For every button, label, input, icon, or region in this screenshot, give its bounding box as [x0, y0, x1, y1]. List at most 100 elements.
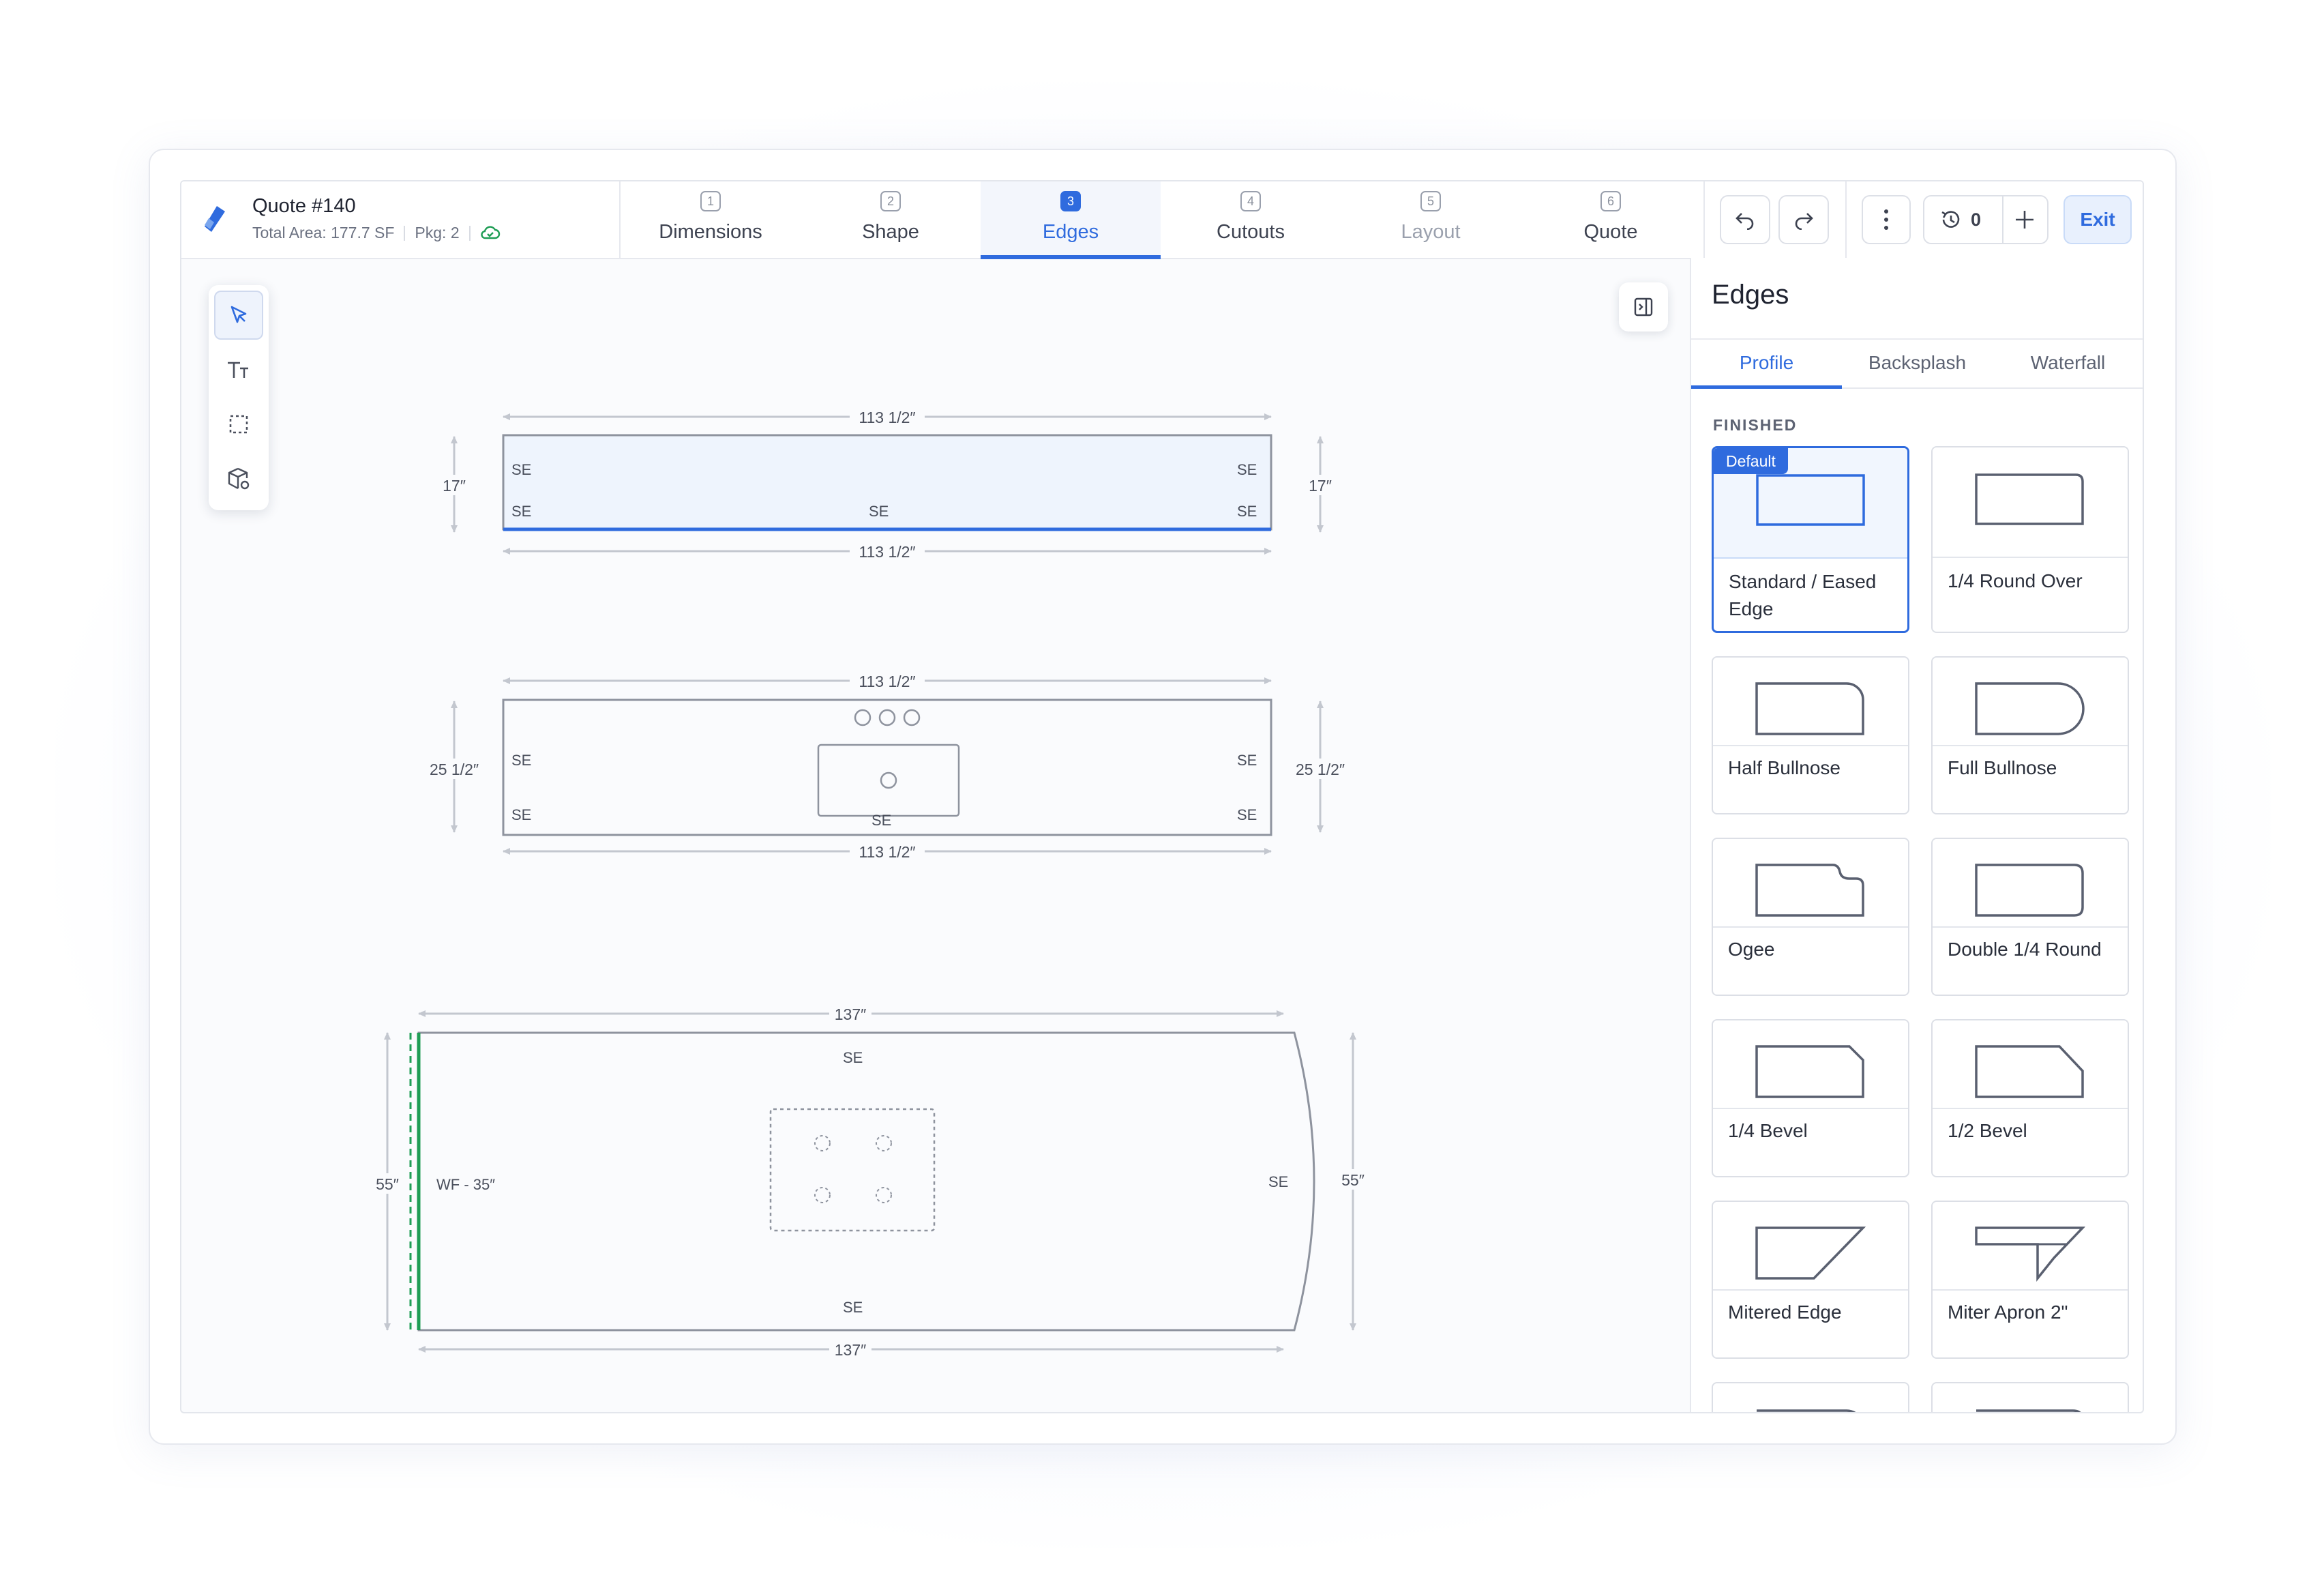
redo-icon [1795, 213, 1813, 230]
marquee-tool[interactable] [214, 400, 263, 449]
undo-icon [1735, 213, 1754, 230]
edge-label[interactable]: SE [1268, 1173, 1288, 1190]
profile-name: Ogee [1728, 939, 1775, 960]
profile-card-more[interactable] [1931, 1382, 2129, 1412]
mitered-edge-icon [1755, 1226, 1866, 1280]
undo-button[interactable] [1720, 195, 1770, 244]
dim-label: 113 1/2″ [859, 409, 915, 426]
profile-preview [1713, 839, 1908, 928]
history-icon[interactable] [1938, 207, 1963, 232]
tab-waterfall[interactable]: Waterfall [1993, 340, 2143, 387]
edge-label[interactable]: SE [511, 806, 531, 823]
box-settings-icon [228, 467, 250, 490]
edge-label[interactable]: SE [1237, 752, 1257, 769]
step-label: Layout [1401, 221, 1461, 243]
panel-collapse-icon [1634, 297, 1653, 317]
material-tool[interactable] [214, 454, 263, 503]
profile-preview [1933, 1383, 2128, 1412]
profile-card-half-bevel[interactable]: 1/2 Bevel [1931, 1019, 2129, 1177]
dim-label: 55″ [376, 1175, 399, 1193]
edge-profile-icon [1976, 1409, 2081, 1412]
drawing-canvas[interactable]: 113 1/2″ 113 1/2″ 17″ 17″ 113 1/2″ 113 1… [181, 258, 1690, 1412]
profile-card-full-bullnose[interactable]: Full Bullnose [1931, 656, 2129, 814]
step-label: Shape [862, 221, 919, 243]
edge-label[interactable]: SE [511, 503, 531, 520]
quote-meta: Total Area: 177.7 SF Pkg: 2 [252, 224, 501, 242]
step-label: Dimensions [659, 221, 762, 243]
dim-label: 137″ [835, 1341, 867, 1359]
step-edges[interactable]: 3 Edges [981, 181, 1161, 259]
text-tool[interactable] [214, 345, 263, 394]
dim-label: 25 1/2″ [430, 761, 479, 778]
quarter-bevel-icon [1755, 1045, 1864, 1098]
tab-backsplash[interactable]: Backsplash [1842, 340, 1993, 387]
tool-palette [209, 285, 269, 510]
step-quote[interactable]: 6 Quote [1521, 181, 1701, 258]
step-cutouts[interactable]: 4 Cutouts [1161, 181, 1341, 258]
exit-button[interactable]: Exit [2064, 195, 2132, 244]
panel-title: Edges [1712, 280, 1789, 310]
history-group: 0 [1923, 195, 2049, 244]
group-divider [2002, 196, 2003, 243]
profile-card-half-bullnose[interactable]: Half Bullnose [1712, 656, 1909, 814]
step-number: 5 [1420, 191, 1441, 211]
double-quarter-round-icon [1975, 864, 2084, 917]
edge-label[interactable]: SE [1237, 503, 1257, 520]
profile-card-miter-apron[interactable]: Miter Apron 2" [1931, 1201, 2129, 1359]
edge-label[interactable]: SE [511, 752, 531, 769]
cursor-arrow-icon [230, 306, 247, 323]
package-count: Pkg: 2 [415, 224, 460, 241]
step-label: Quote [1583, 221, 1638, 243]
edge-label[interactable]: WF - 35″ [436, 1176, 495, 1193]
profile-card-quarter-round[interactable]: 1/4 Round Over [1931, 446, 2129, 633]
profile-name: Miter Apron 2" [1948, 1302, 2068, 1323]
profile-name: Mitered Edge [1728, 1302, 1842, 1323]
step-number: 2 [880, 191, 901, 211]
edge-label[interactable]: SE [843, 1049, 863, 1066]
app-logo-icon [205, 206, 225, 232]
edge-label[interactable]: SE [511, 461, 531, 478]
divider [1703, 181, 1705, 258]
profile-name: Standard / Eased Edge [1729, 571, 1877, 619]
profile-card-standard-eased[interactable]: Default Standard / Eased Edge [1712, 446, 1909, 633]
edge-label[interactable]: SE [1237, 806, 1257, 823]
more-options-button[interactable] [1862, 195, 1911, 244]
select-tool[interactable] [214, 291, 263, 340]
total-area: Total Area: 177.7 SF [252, 224, 395, 241]
half-bevel-icon [1975, 1045, 2084, 1098]
step-layout[interactable]: 5 Layout [1341, 181, 1521, 258]
cloud-sync-icon [480, 225, 500, 239]
edge-label[interactable]: SE [843, 1299, 863, 1316]
add-icon[interactable] [2013, 208, 2036, 231]
dim-label: 113 1/2″ [859, 843, 915, 861]
profile-card-ogee[interactable]: Ogee [1712, 838, 1909, 996]
toggle-panel-button[interactable] [1619, 282, 1668, 332]
dim-label: 55″ [1341, 1171, 1365, 1189]
profile-preview [1933, 1202, 2128, 1291]
step-number: 1 [700, 191, 721, 211]
redo-button[interactable] [1778, 195, 1829, 244]
profile-card-more[interactable] [1712, 1382, 1909, 1412]
marquee-select-icon [229, 415, 248, 434]
meta-divider [404, 225, 406, 241]
profile-card-mitered-edge[interactable]: Mitered Edge [1712, 1201, 1909, 1359]
edge-label[interactable]: SE [869, 503, 889, 520]
dim-label: 137″ [835, 1005, 867, 1023]
quarter-round-icon [1975, 473, 2084, 525]
countertop-piece-3[interactable] [409, 1031, 1315, 1332]
text-size-icon [228, 362, 248, 378]
profile-preview [1933, 447, 2128, 558]
profile-name: Full Bullnose [1948, 757, 2057, 778]
step-label: Edges [1042, 221, 1099, 243]
step-dimensions[interactable]: 1 Dimensions [621, 181, 801, 258]
step-shape[interactable]: 2 Shape [801, 181, 981, 258]
more-vertical-icon [1884, 209, 1888, 230]
section-heading: FINISHED [1713, 416, 1798, 434]
profile-card-quarter-bevel[interactable]: 1/4 Bevel [1712, 1019, 1909, 1177]
profile-card-double-quarter-round[interactable]: Double 1/4 Round [1931, 838, 2129, 996]
tab-profile[interactable]: Profile [1691, 340, 1842, 389]
edge-label[interactable]: SE [872, 812, 891, 829]
history-count: 0 [1971, 209, 1982, 230]
edge-label[interactable]: SE [1237, 461, 1257, 478]
profile-preview [1933, 839, 2128, 928]
